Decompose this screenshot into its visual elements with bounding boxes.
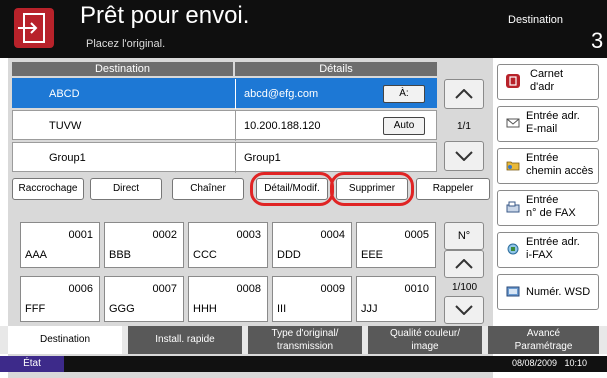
supprimer-button[interactable]: Supprimer	[336, 178, 408, 200]
one-touch-key[interactable]: 0005 EEE	[356, 222, 436, 268]
ifax-entry-label: Entrée adr. i-FAX	[526, 236, 580, 261]
key-number-button[interactable]: N°	[444, 222, 484, 250]
one-touch-key[interactable]: 0002 BBB	[104, 222, 184, 268]
email-icon	[506, 116, 520, 130]
key-number: 0001	[68, 229, 93, 241]
destination-name: TUVW	[49, 120, 82, 132]
one-touch-key[interactable]: 0003 CCC	[188, 222, 268, 268]
auto-button[interactable]: Auto	[383, 117, 425, 135]
wsd-icon	[506, 284, 520, 298]
destination-label: Destination	[508, 14, 564, 26]
address-book-button[interactable]: Carnet d'adr	[497, 64, 599, 100]
destination-detail: 10.200.188.120	[244, 120, 321, 132]
email-entry-button[interactable]: Entrée adr. E-mail	[497, 106, 599, 142]
key-number: 0009	[320, 283, 345, 295]
path-entry-label: Entrée chemin accès	[526, 152, 594, 177]
status-button[interactable]: État	[0, 356, 64, 372]
ifax-entry-button[interactable]: Entrée adr. i-FAX	[497, 232, 599, 268]
key-name: AAA	[25, 249, 48, 261]
tab-install-rapide[interactable]: Install. rapide	[128, 326, 242, 354]
tab-avance-parametrage[interactable]: Avancé Paramétrage	[488, 326, 599, 354]
key-number: 0003	[236, 229, 261, 241]
destination-name: ABCD	[49, 88, 80, 100]
one-touch-key[interactable]: 0004 DDD	[272, 222, 352, 268]
path-entry-button[interactable]: Entrée chemin accès	[497, 148, 599, 184]
destination-row[interactable]: ABCD abcd@efg.com À:	[12, 78, 437, 109]
key-number: 0004	[320, 229, 345, 241]
key-name: CCC	[193, 249, 217, 261]
rappeler-button[interactable]: Rappeler	[416, 178, 490, 200]
key-number: 0008	[236, 283, 261, 295]
fax-icon	[506, 200, 520, 214]
ifax-icon	[506, 242, 520, 256]
detail-modif-button[interactable]: Détail/Modif.	[256, 178, 328, 200]
destination-detail: abcd@efg.com	[244, 88, 319, 100]
keys-scroll-up-button[interactable]	[444, 250, 484, 278]
column-header-destination: Destination	[12, 62, 233, 76]
one-touch-key[interactable]: 0001 AAA	[20, 222, 100, 268]
scroll-down-button[interactable]	[444, 141, 484, 171]
destination-row[interactable]: TUVW 10.200.188.120 Auto	[12, 110, 437, 141]
key-number: 0006	[68, 283, 93, 295]
email-entry-label: Entrée adr. E-mail	[526, 110, 580, 135]
destination-row[interactable]: Group1 Group1	[12, 142, 437, 173]
chevron-up-icon	[455, 259, 473, 269]
one-touch-key[interactable]: 0010 JJJ	[356, 276, 436, 322]
send-document-icon[interactable]	[14, 8, 54, 48]
one-touch-key[interactable]: 0009 III	[272, 276, 352, 322]
keys-scroll-down-button[interactable]	[444, 296, 484, 324]
page-title: Prêt pour envoi.	[80, 2, 250, 29]
page-subtitle: Placez l'original.	[86, 38, 166, 50]
recipient-type-button[interactable]: À:	[383, 85, 425, 103]
wsd-scan-button[interactable]: Numér. WSD	[497, 274, 599, 310]
key-number: 0007	[152, 283, 177, 295]
raccrochage-button[interactable]: Raccrochage	[12, 178, 84, 200]
address-book-icon	[506, 74, 520, 88]
fax-entry-label: Entrée n° de FAX	[526, 194, 576, 219]
row-divider	[235, 143, 236, 173]
row-divider	[235, 79, 236, 109]
chevron-up-icon	[455, 89, 473, 99]
key-name: HHH	[193, 303, 217, 315]
one-touch-key[interactable]: 0006 FFF	[20, 276, 100, 322]
row-divider	[235, 111, 236, 141]
keys-page-indicator: 1/100	[452, 282, 478, 293]
key-name: III	[277, 303, 287, 315]
datetime: 08/08/2009 10:10	[512, 358, 588, 368]
one-touch-key[interactable]: 0008 HHH	[188, 276, 268, 322]
key-name: JJJ	[361, 303, 378, 315]
destination-name: Group1	[49, 152, 86, 164]
key-number: 0010	[404, 283, 429, 295]
column-header-details: Détails	[235, 62, 437, 76]
table-page-indicator: 1/1	[457, 121, 471, 132]
chevron-down-icon	[455, 305, 473, 315]
destination-detail: Group1	[244, 152, 281, 164]
address-book-label: Carnet d'adr	[530, 68, 564, 93]
destination-count: 3	[591, 28, 604, 53]
key-name: EEE	[361, 249, 384, 261]
chevron-down-icon	[455, 151, 473, 161]
key-name: BBB	[109, 249, 132, 261]
key-number: 0002	[152, 229, 177, 241]
folder-icon	[506, 158, 520, 172]
one-touch-key[interactable]: 0007 GGG	[104, 276, 184, 322]
scroll-up-button[interactable]	[444, 79, 484, 109]
tab-type-original[interactable]: Type d'original/ transmission	[248, 326, 362, 354]
chainer-button[interactable]: Chaîner	[172, 178, 244, 200]
key-name: GGG	[109, 303, 135, 315]
tab-destination[interactable]: Destination	[8, 326, 122, 354]
key-name: FFF	[25, 303, 46, 315]
tab-qualite-couleur[interactable]: Qualité couleur/ image	[368, 326, 482, 354]
key-name: DDD	[277, 249, 301, 261]
wsd-scan-label: Numér. WSD	[526, 286, 591, 298]
direct-button[interactable]: Direct	[90, 178, 162, 200]
fax-entry-button[interactable]: Entrée n° de FAX	[497, 190, 599, 226]
key-number: 0005	[404, 229, 429, 241]
